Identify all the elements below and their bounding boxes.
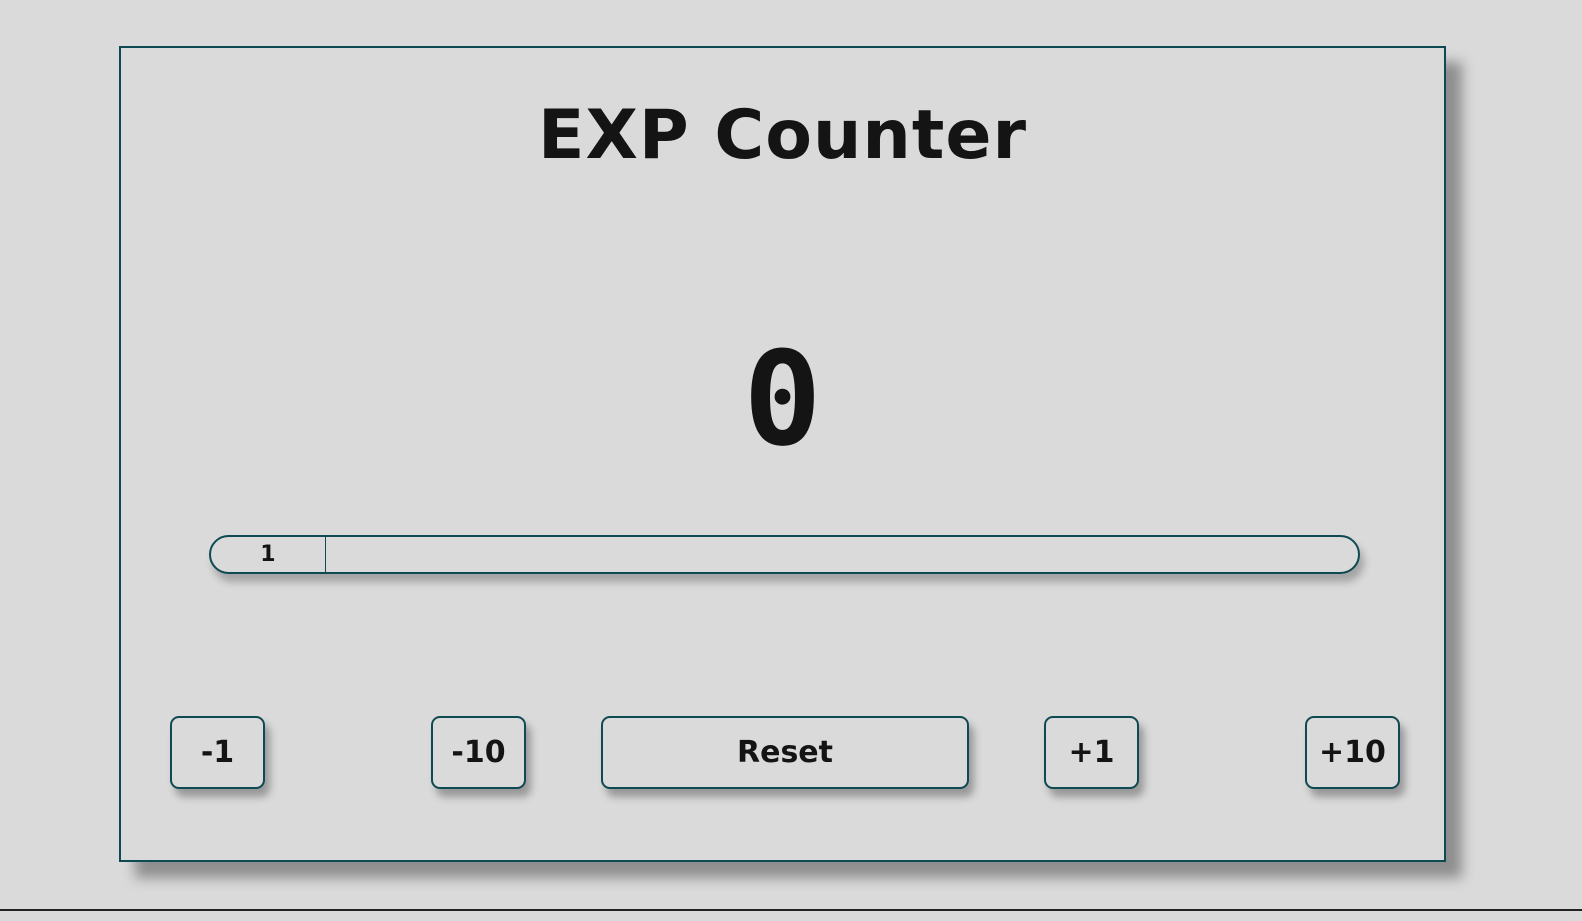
plus-10-button[interactable]: +10 — [1305, 716, 1400, 789]
window-bottom-edge — [0, 909, 1582, 911]
progress-label: 1 — [260, 542, 276, 567]
plus-1-button[interactable]: +1 — [1044, 716, 1139, 789]
reset-button[interactable]: Reset — [601, 716, 969, 789]
minus-10-button[interactable]: -10 — [431, 716, 526, 789]
progress-fill: 1 — [211, 537, 326, 572]
progress-bar: 1 — [209, 535, 1360, 574]
counter-value: 0 — [743, 323, 822, 475]
page-title: EXP Counter — [538, 96, 1027, 175]
minus-1-button[interactable]: -1 — [170, 716, 265, 789]
counter-card: EXP Counter 0 1 -1 -10 Reset +1 +10 — [119, 46, 1446, 862]
